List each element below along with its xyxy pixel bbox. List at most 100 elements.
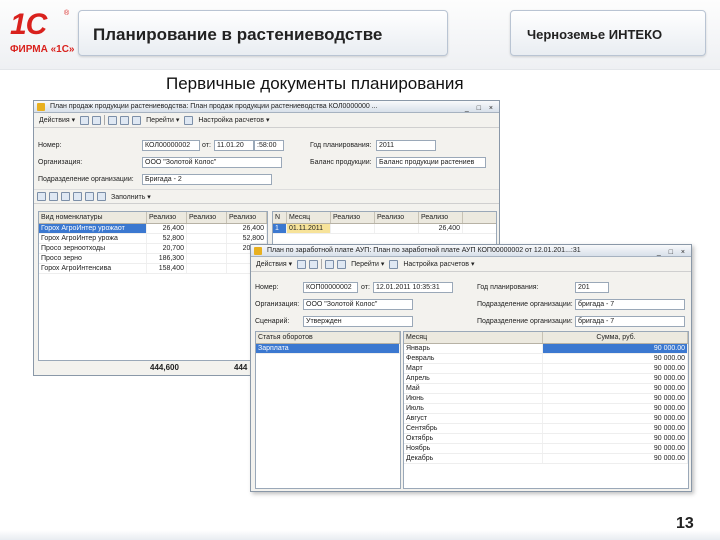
table-cell (187, 254, 227, 263)
help-icon[interactable] (389, 259, 399, 269)
table-row[interactable]: Май 90 000.00 (404, 384, 688, 394)
month-cell: Январь (404, 344, 544, 353)
table-row[interactable]: Июль 90 000.00 (404, 404, 688, 414)
number-field[interactable]: КОП00000002 (303, 282, 358, 293)
table-row[interactable]: Декабрь 90 000.00 (404, 454, 688, 464)
settings-menu[interactable]: Настройка расчетов ▾ (401, 260, 476, 268)
table-row[interactable]: 1 01.11.2011 26,400 (273, 224, 496, 234)
list-item[interactable]: Зарплата (256, 344, 400, 354)
table-row[interactable]: Февраль 90 000.00 (404, 354, 688, 364)
report-icon[interactable] (132, 115, 142, 125)
number-field[interactable]: КОЛ00000002 (142, 140, 200, 151)
table-row[interactable]: Сентябрь 90 000.00 (404, 424, 688, 434)
toolbar: Действия ▾ Перейти ▾ Настройка расчетов … (34, 113, 499, 128)
sum-cell: 90 000.00 (543, 344, 688, 353)
from-label: от: (202, 142, 211, 149)
year-field[interactable]: 201 (575, 282, 609, 293)
move-up-icon[interactable] (85, 192, 94, 201)
month-cell: Октябрь (404, 434, 544, 443)
column-header[interactable]: Реализо (187, 212, 227, 223)
table-cell (187, 244, 227, 253)
settings-menu[interactable]: Настройка расчетов ▾ (196, 116, 271, 124)
column-header[interactable]: Реализо (227, 212, 267, 223)
move-down-icon[interactable] (97, 192, 106, 201)
month-cell: Сентябрь (404, 424, 544, 433)
delete-row-icon[interactable] (73, 192, 82, 201)
help-icon[interactable] (184, 115, 194, 125)
time-field[interactable]: :58:00 (254, 140, 284, 151)
table-cell: 52,800 (147, 234, 187, 243)
find-icon[interactable] (337, 259, 347, 269)
copy-icon[interactable] (325, 259, 335, 269)
add-row-icon[interactable] (37, 192, 46, 201)
document-icon (37, 103, 45, 111)
year-field[interactable]: 2011 (376, 140, 436, 151)
year-label: Год планирования: (477, 284, 539, 291)
copy-icon[interactable] (108, 115, 118, 125)
table-row[interactable]: Октябрь 90 000.00 (404, 434, 688, 444)
number-label: Номер: (255, 284, 279, 291)
balance-field[interactable]: Баланс продукции растениев (376, 157, 486, 168)
table-row[interactable]: Горох АгроИнтер урожа 52,800 52,800 (39, 234, 267, 244)
go-menu[interactable]: Перейти ▾ (144, 116, 181, 124)
window-title: План по заработной плате АУП: План по за… (267, 247, 581, 254)
table-row[interactable]: Горох АгроИнтенсива 158,400 158 (39, 264, 267, 274)
column-header[interactable]: Месяц (404, 332, 544, 343)
month-cell: Июнь (404, 394, 544, 403)
table-row[interactable]: Просо зерно 186,300 186 (39, 254, 267, 264)
dept1-field[interactable]: бригада - 7 (575, 299, 685, 310)
column-header[interactable]: Месяц (287, 212, 331, 223)
sum-cell: 90 000.00 (543, 364, 688, 373)
actions-menu[interactable]: Действия ▾ (37, 116, 77, 124)
table-row[interactable]: Июнь 90 000.00 (404, 394, 688, 404)
fill-button[interactable]: Заполнить ▾ (109, 193, 153, 201)
column-header[interactable]: Сумма, руб. (543, 332, 688, 343)
sum-cell: 90 000.00 (543, 404, 688, 413)
turnover-items-grid: Статья оборотов Зарплата (255, 331, 401, 489)
org-label: Организация: (255, 301, 300, 308)
column-header[interactable]: N (273, 212, 287, 223)
actions-menu[interactable]: Действия ▾ (254, 260, 294, 268)
save-icon[interactable] (80, 115, 90, 125)
document-icon (254, 247, 262, 255)
column-header[interactable]: Реализо (375, 212, 419, 223)
table-row[interactable]: Август 90 000.00 (404, 414, 688, 424)
table-row[interactable]: Ноябрь 90 000.00 (404, 444, 688, 454)
copy-row-icon[interactable] (49, 192, 58, 201)
post-icon[interactable] (92, 115, 102, 125)
window-titlebar[interactable]: План продаж продукции растениеводства: П… (34, 101, 499, 113)
column-header[interactable]: Реализо (419, 212, 463, 223)
table-row[interactable]: Январь 90 000.00 (404, 344, 688, 354)
scenario-field[interactable]: Утвержден (303, 316, 413, 327)
table-row[interactable]: Просо зерноотходы 20,700 20,700 (39, 244, 267, 254)
grid-header: Статья оборотов (256, 332, 400, 344)
post-icon[interactable] (309, 259, 319, 269)
edit-row-icon[interactable] (61, 192, 70, 201)
org-field[interactable]: ООО "Золотой Колос" (142, 157, 282, 168)
window-title: План продаж продукции растениеводства: П… (50, 103, 378, 110)
table-cell: Горох АгроИнтер урожаот (39, 224, 147, 233)
column-header[interactable]: Статья оборотов (256, 332, 400, 343)
save-icon[interactable] (297, 259, 307, 269)
go-menu[interactable]: Перейти ▾ (349, 260, 386, 268)
table-row[interactable]: Март 90 000.00 (404, 364, 688, 374)
table-cell: 20,700 (147, 244, 187, 253)
window-controls[interactable]: _ □ × (657, 247, 688, 259)
column-header[interactable]: Реализо (147, 212, 187, 223)
number-label: Номер: (38, 142, 62, 149)
dept-field[interactable]: Бригада - 2 (142, 174, 272, 185)
sum-cell: 90 000.00 (543, 414, 688, 423)
column-header[interactable]: Вид номенклатуры (39, 212, 147, 223)
salary-plan-window: План по заработной плате АУП: План по за… (250, 244, 692, 492)
table-row[interactable]: Горох АгроИнтер урожаот 26,400 26,400 (39, 224, 267, 234)
column-header[interactable]: Реализо (331, 212, 375, 223)
find-icon[interactable] (120, 115, 130, 125)
window-titlebar[interactable]: План по заработной плате АУП: План по за… (251, 245, 691, 257)
org-field[interactable]: ООО "Золотой Колос" (303, 299, 413, 310)
date-field[interactable]: 11.01.20 (214, 140, 254, 151)
table-row[interactable]: Апрель 90 000.00 (404, 374, 688, 384)
window-controls[interactable]: _ □ × (465, 103, 496, 115)
table-cell: 1 (273, 224, 287, 233)
dept2-field[interactable]: бригада - 7 (575, 316, 685, 327)
date-field[interactable]: 12.01.2011 10:35:31 (373, 282, 453, 293)
